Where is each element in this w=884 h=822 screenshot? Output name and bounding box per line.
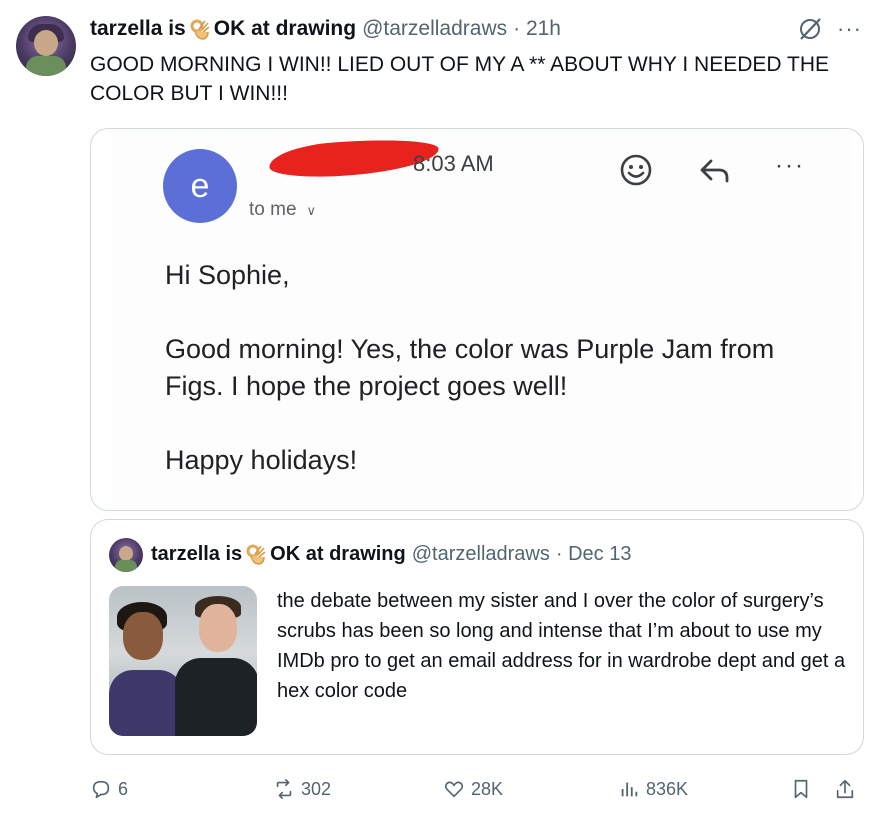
repost-button[interactable]: 302 <box>273 778 331 800</box>
quoted-tweet-header: tarzella is OK at drawing @tarzelladraws… <box>151 542 631 566</box>
tweet-header: tarzella is OK at drawing @tarzelladraws… <box>90 17 561 41</box>
quoted-author-name-suffix: OK at drawing <box>270 542 406 565</box>
grok-icon[interactable] <box>797 16 823 42</box>
ok-hand-emoji-icon <box>190 19 210 40</box>
repost-count: 302 <box>301 778 332 799</box>
quoted-author-avatar <box>109 538 143 572</box>
avatar-face <box>34 30 58 56</box>
quoted-author-name: tarzella is <box>151 542 243 565</box>
photo-person-2-head <box>199 604 237 652</box>
share-icon <box>836 779 854 799</box>
reply-arrow-icon <box>700 159 729 183</box>
email-actions: ··· <box>619 152 805 187</box>
email-recipient-label: to me <box>249 199 297 220</box>
views-button[interactable]: 836K <box>618 778 688 800</box>
more-icon[interactable]: ··· <box>837 18 862 40</box>
photo-person-2-body <box>175 658 257 736</box>
quoted-tweet-text: the debate between my sister and I over … <box>277 590 846 702</box>
reply-icon <box>92 780 110 799</box>
repost-icon <box>276 779 292 799</box>
quoted-tweet[interactable]: tarzella is OK at drawing @tarzelladraws… <box>90 519 864 755</box>
avatar-face <box>119 546 133 561</box>
emoji-icon <box>620 154 652 186</box>
ok-hand-emoji-icon <box>246 544 266 565</box>
email-greeting: Hi Sophie, <box>165 260 290 290</box>
tweet-top-actions: ··· <box>797 16 862 42</box>
reply-count: 6 <box>118 778 129 799</box>
avatar-body <box>26 56 66 76</box>
email-time: 8:03 AM <box>413 151 494 176</box>
author-name[interactable]: tarzella is <box>90 17 186 41</box>
email-signoff: Happy holidays! <box>165 445 358 475</box>
bookmark-button[interactable] <box>790 778 812 800</box>
avatar-body <box>115 560 137 572</box>
tweet-text: GOOD MORNING I WIN!! LIED OUT OF MY A **… <box>90 53 830 105</box>
tweet-action-bar: 6 302 28K 836K <box>90 776 864 806</box>
quoted-author-handle: @tarzelladraws <box>411 542 550 565</box>
views-chart-icon <box>621 782 638 797</box>
attached-email-image[interactable]: e 8:03 AM to me ∨ ··· Hi Sophie, Good mor… <box>90 128 864 511</box>
bookmark-icon <box>794 779 808 799</box>
share-button[interactable] <box>834 778 856 800</box>
heart-icon <box>444 781 464 798</box>
quoted-tweet-photo[interactable] <box>109 586 257 736</box>
email-screenshot: e 8:03 AM to me ∨ ··· Hi Sophie, Good mor… <box>111 129 851 510</box>
email-recipient: to me ∨ <box>249 199 316 221</box>
photo-person-1-body <box>109 670 183 736</box>
author-handle[interactable]: @tarzelladraws <box>362 17 507 41</box>
quoted-tweet-time: · Dec 13 <box>555 542 632 565</box>
author-name-suffix[interactable]: OK at drawing <box>214 17 356 41</box>
email-body: Hi Sophie, Good morning! Yes, the color … <box>165 257 825 479</box>
like-button[interactable]: 28K <box>443 778 503 800</box>
chevron-down-icon: ∨ <box>306 203 317 218</box>
author-avatar[interactable] <box>16 16 76 76</box>
photo-person-1-head <box>123 612 163 660</box>
tweet-time[interactable]: · 21h <box>513 17 561 41</box>
email-more-icon: ··· <box>775 152 805 179</box>
reply-button[interactable]: 6 <box>90 778 128 800</box>
email-sender-avatar: e <box>163 149 237 223</box>
views-count: 836K <box>646 778 689 799</box>
email-message: Good morning! Yes, the color was Purple … <box>165 334 775 401</box>
like-count: 28K <box>471 778 504 799</box>
